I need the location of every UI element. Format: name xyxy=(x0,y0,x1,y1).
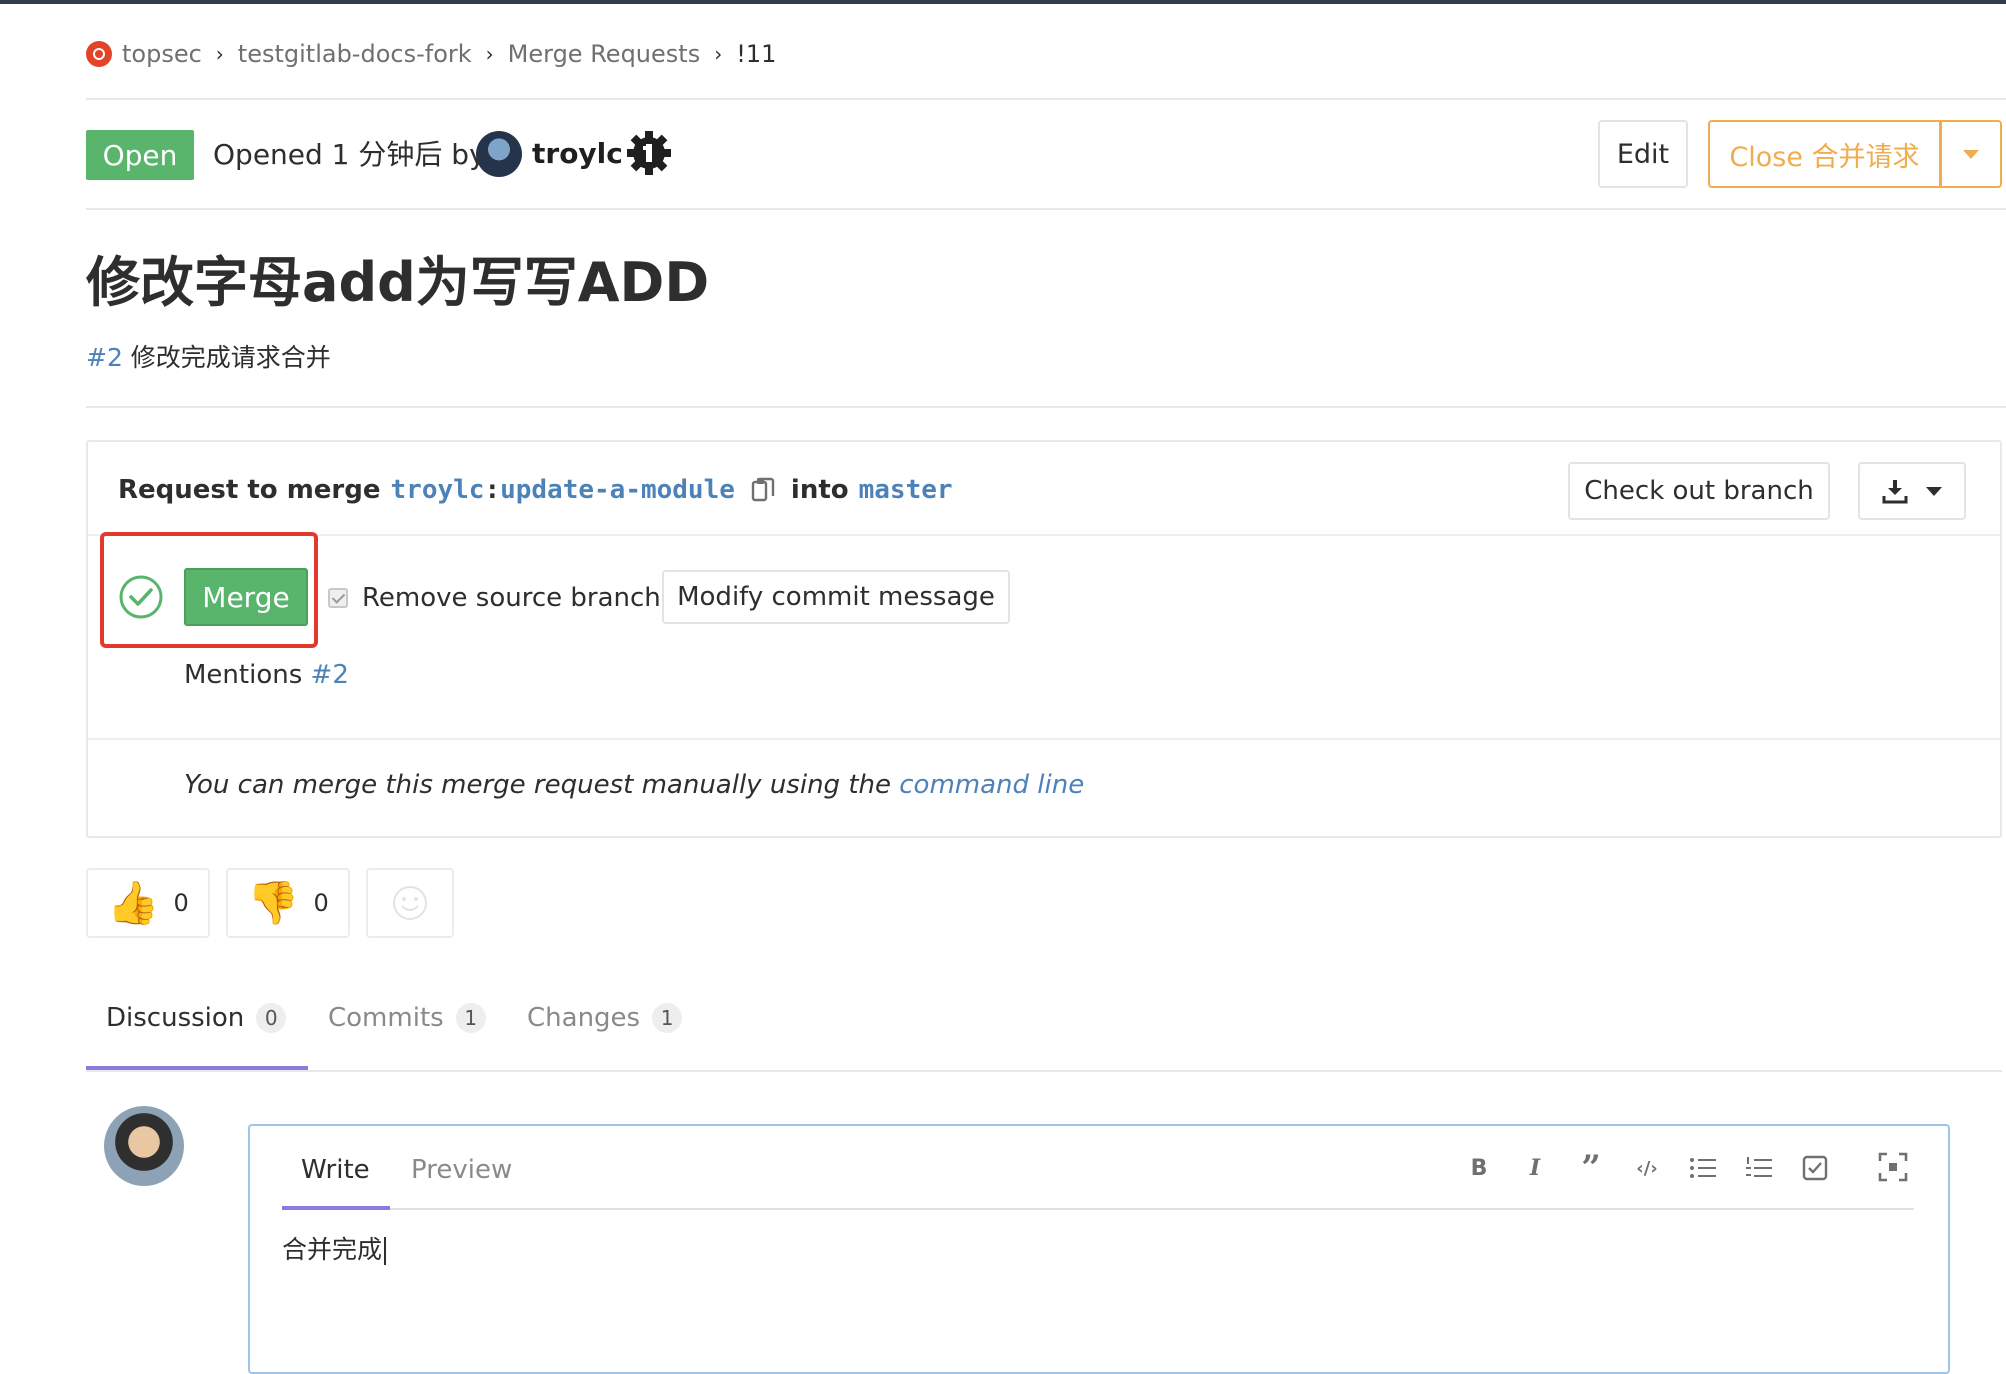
tab-changes[interactable]: Changes 1 xyxy=(527,998,683,1038)
close-options-dropdown[interactable] xyxy=(1940,120,2002,188)
thumbs-up-count: 0 xyxy=(173,889,189,917)
copy-branch-icon[interactable] xyxy=(751,476,775,504)
request-to-merge-label: Request to merge xyxy=(118,475,381,505)
tab-discussion[interactable]: Discussion 0 xyxy=(106,998,287,1038)
write-tab[interactable]: Write xyxy=(301,1150,370,1190)
comment-text: 合并完成 xyxy=(282,1235,383,1264)
caret-down-icon xyxy=(1926,486,1942,496)
thumbs-down-icon: 👎 xyxy=(247,878,300,927)
code-icon[interactable]: ‹/› xyxy=(1632,1153,1662,1183)
italic-icon[interactable]: I xyxy=(1520,1153,1550,1183)
mentions-line: Mentions #2 xyxy=(184,660,349,690)
chevron-right-icon: › xyxy=(714,42,723,66)
task-list-icon[interactable] xyxy=(1800,1153,1830,1183)
divider xyxy=(86,98,2006,100)
opened-by-text: Opened 1 分钟后 by xyxy=(213,138,486,171)
settings-gear-icon[interactable] xyxy=(624,128,674,178)
source-branch-ref[interactable]: troylc:update-a-module xyxy=(391,475,735,505)
smiley-icon xyxy=(391,884,429,922)
chevron-right-icon: › xyxy=(215,42,224,66)
breadcrumb-item-group[interactable]: topsec xyxy=(122,40,202,68)
current-user-avatar[interactable] xyxy=(104,1106,184,1186)
manual-merge-hint: You can merge this merge request manuall… xyxy=(184,770,1084,800)
mentions-label: Mentions xyxy=(184,660,303,690)
tab-discussion-count: 0 xyxy=(256,1003,287,1033)
thumbs-up-icon: 👍 xyxy=(107,878,160,927)
fullscreen-icon[interactable] xyxy=(1876,1150,1910,1184)
thumbs-down-award[interactable]: 👎 0 xyxy=(226,868,350,938)
quote-icon[interactable]: ” xyxy=(1576,1148,1606,1188)
caret-down-icon xyxy=(1963,149,1979,159)
numbered-list-icon[interactable] xyxy=(1744,1153,1774,1183)
into-label: into xyxy=(790,475,849,505)
remove-source-branch-label: Remove source branch xyxy=(362,583,661,613)
annotation-highlight-box xyxy=(100,532,318,648)
active-comment-tab-indicator xyxy=(282,1206,390,1210)
text-cursor xyxy=(384,1237,387,1265)
target-branch-ref[interactable]: master xyxy=(859,475,953,505)
author-avatar[interactable] xyxy=(476,131,522,177)
status-badge: Open xyxy=(86,130,194,180)
tab-commits[interactable]: Commits 1 xyxy=(328,998,486,1038)
mentions-issue-link[interactable]: #2 xyxy=(311,660,349,690)
download-icon xyxy=(1882,478,1908,504)
breadcrumb: topsec › testgitlab-docs-fork › Merge Re… xyxy=(86,38,776,70)
thumbs-up-award[interactable]: 👍 0 xyxy=(86,868,210,938)
modify-commit-message-button[interactable]: Modify commit message xyxy=(662,570,1010,624)
widget-divider xyxy=(88,534,2000,536)
top-nav-edge xyxy=(0,0,2006,4)
chevron-right-icon: › xyxy=(485,42,494,66)
manual-merge-text: You can merge this merge request manuall… xyxy=(184,770,891,800)
breadcrumb-item-current[interactable]: !11 xyxy=(736,40,776,68)
tab-changes-label: Changes xyxy=(527,1003,641,1033)
bullet-list-icon[interactable] xyxy=(1688,1153,1718,1183)
add-reaction-button[interactable] xyxy=(366,868,454,938)
widget-divider xyxy=(88,738,2000,740)
remove-source-branch-option[interactable]: Remove source branch xyxy=(328,578,661,618)
tab-changes-count: 1 xyxy=(652,1003,683,1033)
remove-source-branch-checkbox[interactable] xyxy=(328,588,348,608)
download-dropdown-button[interactable] xyxy=(1858,462,1966,520)
merge-request-branches: Request to merge troylc:update-a-module … xyxy=(118,470,953,510)
tab-commits-count: 1 xyxy=(455,1003,486,1033)
group-logo-icon xyxy=(86,41,112,67)
merge-request-title: 修改字母add为写写ADD xyxy=(86,251,710,314)
breadcrumb-item-project[interactable]: testgitlab-docs-fork xyxy=(238,40,472,68)
comment-textarea[interactable]: 合并完成 xyxy=(282,1230,387,1266)
active-tab-indicator xyxy=(86,1066,308,1070)
comment-tabs-divider xyxy=(390,1208,1914,1210)
edit-button[interactable]: Edit xyxy=(1598,120,1688,188)
breadcrumb-item-merge-requests[interactable]: Merge Requests xyxy=(508,40,701,68)
bold-icon[interactable]: B xyxy=(1464,1153,1494,1183)
preview-tab[interactable]: Preview xyxy=(411,1150,512,1190)
merge-request-description: #2 修改完成请求合并 xyxy=(86,338,331,374)
divider xyxy=(86,406,2006,408)
check-out-branch-button[interactable]: Check out branch xyxy=(1568,462,1830,520)
tab-discussion-label: Discussion xyxy=(106,1003,245,1033)
tab-commits-label: Commits xyxy=(328,1003,444,1033)
divider xyxy=(86,208,2006,210)
thumbs-down-count: 0 xyxy=(313,889,329,917)
description-text: 修改完成请求合并 xyxy=(122,343,331,372)
close-merge-request-button[interactable]: Close 合并请求 xyxy=(1708,120,1941,188)
tabs-divider xyxy=(86,1070,2002,1072)
markdown-toolbar: B I ” ‹/› xyxy=(1464,1148,1856,1188)
issue-link[interactable]: #2 xyxy=(86,343,123,372)
author-name[interactable]: troylc xyxy=(532,130,623,176)
command-line-link[interactable]: command line xyxy=(899,770,1084,800)
